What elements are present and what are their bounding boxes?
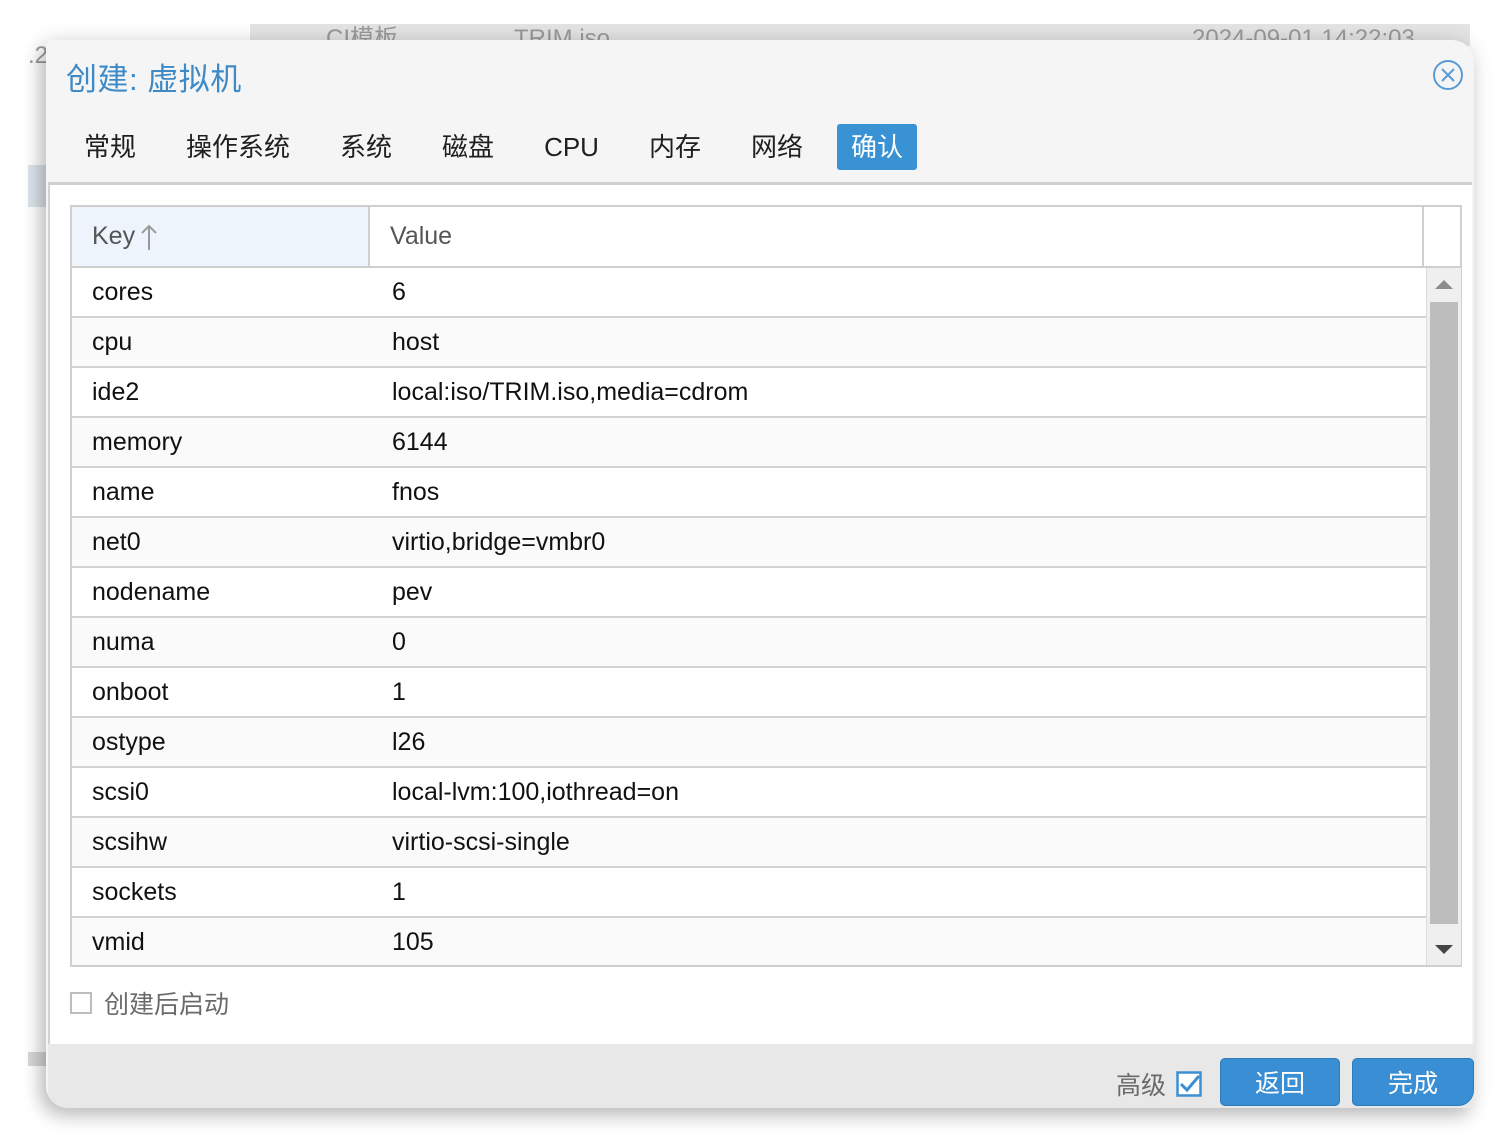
table-row[interactable]: nodename pev	[72, 568, 1426, 618]
summary-grid: Key Value cores 6 cpu host ide2 local:iso/T…	[70, 205, 1462, 967]
table-row[interactable]: name fnos	[72, 468, 1426, 518]
value-cell: 105	[392, 927, 434, 956]
scrollbar-thumb[interactable]	[1430, 302, 1458, 924]
table-row[interactable]: onboot 1	[72, 668, 1426, 718]
table-row[interactable]: scsi0 local-lvm:100,iothread=on	[72, 768, 1426, 818]
key-cell: scsihw	[92, 827, 168, 856]
background-fragment	[28, 1052, 48, 1066]
close-button[interactable]	[1432, 59, 1464, 91]
table-row[interactable]: memory 6144	[72, 418, 1426, 468]
value-cell: 1	[392, 877, 406, 906]
table-row[interactable]: net0 virtio,bridge=vmbr0	[72, 518, 1426, 568]
key-cell: sockets	[92, 877, 177, 906]
value-cell: host	[392, 327, 440, 356]
background-fragment-text: .2	[28, 42, 49, 69]
value-cell: 0	[392, 627, 406, 656]
dialog-footer: 高级 返回 完成	[48, 1044, 1474, 1108]
value-cell: fnos	[392, 477, 440, 506]
wizard-tabs: 常规 操作系统 系统 磁盘 CPU 内存 网络 确认	[68, 124, 935, 170]
confirm-panel: Key Value cores 6 cpu host ide2 local:iso/T…	[48, 182, 1472, 1044]
start-after-created-checkbox[interactable]: 创建后启动	[70, 985, 229, 1021]
value-cell: local-lvm:100,iothread=on	[392, 777, 679, 806]
column-header-key[interactable]: Key	[72, 207, 370, 266]
grid-body: cores 6 cpu host ide2 local:iso/TRIM.iso,me…	[72, 268, 1426, 965]
value-cell: pev	[392, 577, 433, 606]
table-row[interactable]: sockets 1	[72, 868, 1426, 918]
key-cell: cpu	[92, 327, 133, 356]
grid-header: Key Value	[72, 207, 1460, 268]
key-cell: scsi0	[92, 777, 149, 806]
vertical-scrollbar[interactable]	[1426, 268, 1461, 965]
key-cell: name	[92, 477, 155, 506]
value-cell: virtio-scsi-single	[392, 827, 570, 856]
triangle-up-icon	[1435, 279, 1453, 289]
triangle-down-icon	[1435, 944, 1453, 954]
checkbox-unchecked-icon[interactable]	[70, 992, 92, 1014]
background-selected-row	[28, 165, 48, 207]
key-cell: nodename	[92, 577, 211, 606]
value-cell: l26	[392, 727, 426, 756]
table-row[interactable]: ostype l26	[72, 718, 1426, 768]
table-row[interactable]: numa 0	[72, 618, 1426, 668]
key-cell: ide2	[92, 377, 140, 406]
value-cell: 6144	[392, 427, 448, 456]
tab-os[interactable]: 操作系统	[170, 124, 306, 170]
key-cell: net0	[92, 527, 141, 556]
value-cell: 6	[392, 277, 406, 306]
create-vm-dialog: 创建: 虚拟机 常规 操作系统 系统 磁盘 CPU 内存 网络 确认 Key V…	[46, 40, 1474, 1108]
checkbox-checked-icon[interactable]	[1176, 1071, 1202, 1097]
key-cell: vmid	[92, 927, 145, 956]
key-cell: ostype	[92, 727, 166, 756]
tab-disk[interactable]: 磁盘	[426, 124, 510, 170]
value-cell: 1	[392, 677, 406, 706]
key-cell: cores	[92, 277, 154, 306]
tab-network[interactable]: 网络	[735, 124, 819, 170]
close-circle-icon	[1433, 60, 1463, 90]
start-after-created-label: 创建后启动	[104, 991, 230, 1019]
tab-memory[interactable]: 内存	[633, 124, 717, 170]
table-row[interactable]: vmid 105	[72, 918, 1426, 965]
column-header-value-label: Value	[390, 222, 453, 250]
tab-system[interactable]: 系统	[324, 124, 408, 170]
table-row[interactable]: scsihw virtio-scsi-single	[72, 818, 1426, 868]
value-cell: local:iso/TRIM.iso,media=cdrom	[392, 377, 749, 406]
column-header-key-label: Key	[92, 222, 136, 250]
table-row[interactable]: cpu host	[72, 318, 1426, 368]
key-cell: memory	[92, 427, 183, 456]
table-row[interactable]: ide2 local:iso/TRIM.iso,media=cdrom	[72, 368, 1426, 418]
tab-general[interactable]: 常规	[68, 124, 152, 170]
tab-cpu[interactable]: CPU	[528, 124, 615, 170]
table-row[interactable]: cores 6	[72, 268, 1426, 318]
back-button[interactable]: 返回	[1220, 1058, 1340, 1106]
value-cell: virtio,bridge=vmbr0	[392, 527, 606, 556]
scroll-down-button[interactable]	[1427, 933, 1461, 965]
key-cell: numa	[92, 627, 155, 656]
finish-button[interactable]: 完成	[1352, 1058, 1474, 1106]
advanced-label: 高级	[1116, 1072, 1167, 1100]
scroll-up-button[interactable]	[1427, 268, 1461, 300]
advanced-toggle[interactable]: 高级	[1116, 1066, 1202, 1102]
key-cell: onboot	[92, 677, 169, 706]
dialog-title: 创建: 虚拟机	[66, 62, 242, 97]
column-header-value[interactable]: Value	[370, 207, 1424, 266]
tab-confirm[interactable]: 确认	[837, 124, 918, 170]
arrow-up-icon	[141, 224, 157, 250]
